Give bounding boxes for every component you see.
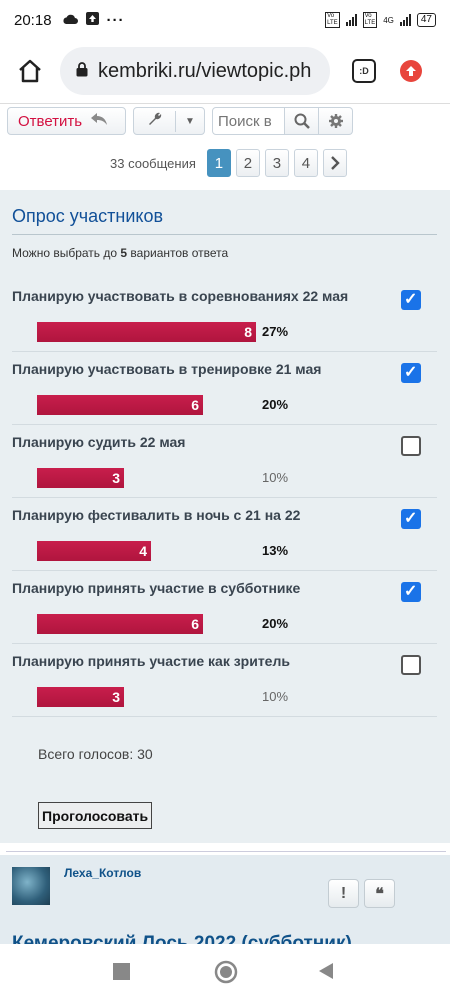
page-1-button[interactable]: 1 (206, 149, 231, 177)
home-icon[interactable] (10, 51, 50, 91)
reply-arrow-icon (90, 112, 108, 131)
poll-option: Планирую участвовать в соревнованиях 22 … (12, 280, 437, 352)
post-author[interactable]: Леха_Котлов (64, 866, 141, 880)
volte2-icon: Vo LTE (362, 12, 378, 28)
page-2-button[interactable]: 2 (235, 149, 260, 177)
poll-option-bar: 4 (37, 541, 151, 561)
poll-option: Планирую фестивалить в ночь с 21 на 22 4… (12, 499, 437, 571)
home-nav-icon[interactable] (214, 960, 238, 989)
upload-notification-icon (85, 11, 99, 29)
volte-icon: Vo LTE (325, 12, 340, 28)
poll-option-label: Планирую судить 22 мая (12, 434, 186, 450)
poll-option-bar: 3 (37, 468, 124, 488)
signal-icon (345, 14, 357, 26)
update-icon[interactable] (400, 60, 422, 82)
poll-option-percent: 27% (262, 324, 289, 339)
poll-option-percent: 10% (262, 470, 289, 485)
post-card: Леха_Котлов ! ❝ Кемеровский Лось 2022 (с… (0, 855, 450, 947)
topic-search (212, 107, 353, 135)
poll-panel: Опрос участников Можно выбрать до 5 вари… (0, 190, 450, 843)
poll-option-percent: 20% (262, 397, 289, 412)
poll-hint-prefix: Можно выбрать до (12, 246, 121, 260)
topic-tools-button[interactable]: ▼ (133, 107, 205, 135)
toolbar-divider (0, 103, 450, 104)
status-bar: 20:18 ··· Vo LTE Vo LTE 4G 47 (0, 0, 450, 40)
search-input[interactable] (212, 107, 285, 135)
quote-button[interactable]: ❝ (364, 879, 395, 908)
poll-option-bar: 6 (37, 614, 203, 634)
tab-switcher-button[interactable]: :D (352, 59, 376, 83)
network-badge: 4G (383, 15, 394, 25)
poll-option-bar: 8 (37, 322, 256, 342)
poll-option-label: Планирую участвовать в соревнованиях 22 … (12, 288, 349, 304)
signal2-icon (399, 14, 411, 26)
poll-option-label: Планирую фестивалить в ночь с 21 на 22 (12, 507, 301, 523)
poll-hint: Можно выбрать до 5 вариантов ответа (12, 246, 228, 260)
url-text: kembriki.ru/viewtopic.ph (98, 59, 312, 82)
poll-option: Планирую принять участие в субботнике 6 … (12, 572, 437, 644)
cloud-icon (62, 12, 78, 29)
caret-down-icon: ▼ (185, 115, 195, 127)
poll-option-checkbox[interactable] (401, 436, 421, 456)
page-3-button[interactable]: 3 (264, 149, 289, 177)
poll-option: Планирую судить 22 мая 3 10% (12, 426, 437, 498)
report-button[interactable]: ! (328, 879, 359, 908)
poll-option-checkbox[interactable] (401, 362, 421, 383)
topic-action-bar: Ответить ▼ (7, 107, 353, 135)
gear-icon[interactable] (319, 107, 353, 135)
poll-title-divider (12, 234, 437, 235)
poll-option-checkbox[interactable] (401, 581, 421, 602)
more-dots-icon: ··· (106, 11, 125, 29)
poll-option-percent: 13% (262, 543, 289, 558)
poll-option-checkbox[interactable] (401, 655, 421, 675)
poll-option: Планирую принять участие как зритель 3 1… (12, 645, 437, 717)
poll-option-checkbox[interactable] (401, 289, 421, 310)
poll-hint-suffix: вариантов ответа (127, 246, 229, 260)
search-icon[interactable] (285, 107, 319, 135)
poll-option-label: Планирую принять участие в субботнике (12, 580, 301, 596)
poll-option-checkbox[interactable] (401, 508, 421, 529)
poll-option-label: Планирую участвовать в тренировке 21 мая (12, 361, 322, 377)
poll-total-votes: Всего голосов: 30 (38, 746, 153, 762)
post-divider (6, 851, 446, 852)
poll-title: Опрос участников (12, 206, 164, 226)
lock-icon (76, 60, 88, 83)
avatar[interactable] (12, 867, 50, 905)
system-nav-bar (0, 944, 450, 1000)
post-count: 33 сообщения (110, 155, 196, 171)
vote-button[interactable]: Проголосовать (38, 802, 153, 829)
address-bar[interactable]: kembriki.ru/viewtopic.ph (60, 47, 330, 95)
reply-label: Ответить (18, 112, 83, 130)
poll-option-bar: 6 (37, 395, 203, 415)
poll-option-percent: 20% (262, 616, 289, 631)
next-page-icon[interactable] (322, 149, 347, 177)
browser-toolbar: kembriki.ru/viewtopic.ph :D (0, 40, 450, 102)
back-icon[interactable] (318, 962, 334, 985)
wrench-icon (134, 110, 176, 132)
status-right: Vo LTE Vo LTE 4G 47 (325, 12, 436, 28)
poll-option: Планирую участвовать в тренировке 21 мая… (12, 353, 437, 425)
pagination: 33 сообщения 1 2 3 4 (110, 149, 347, 177)
page-4-button[interactable]: 4 (293, 149, 318, 177)
status-time: 20:18 (14, 11, 52, 29)
reply-button[interactable]: Ответить (7, 107, 126, 135)
poll-option-percent: 10% (262, 689, 289, 704)
poll-option-bar: 3 (37, 687, 124, 707)
battery-icon: 47 (416, 13, 436, 27)
poll-option-label: Планирую принять участие как зритель (12, 653, 290, 669)
recents-icon[interactable] (113, 963, 130, 985)
